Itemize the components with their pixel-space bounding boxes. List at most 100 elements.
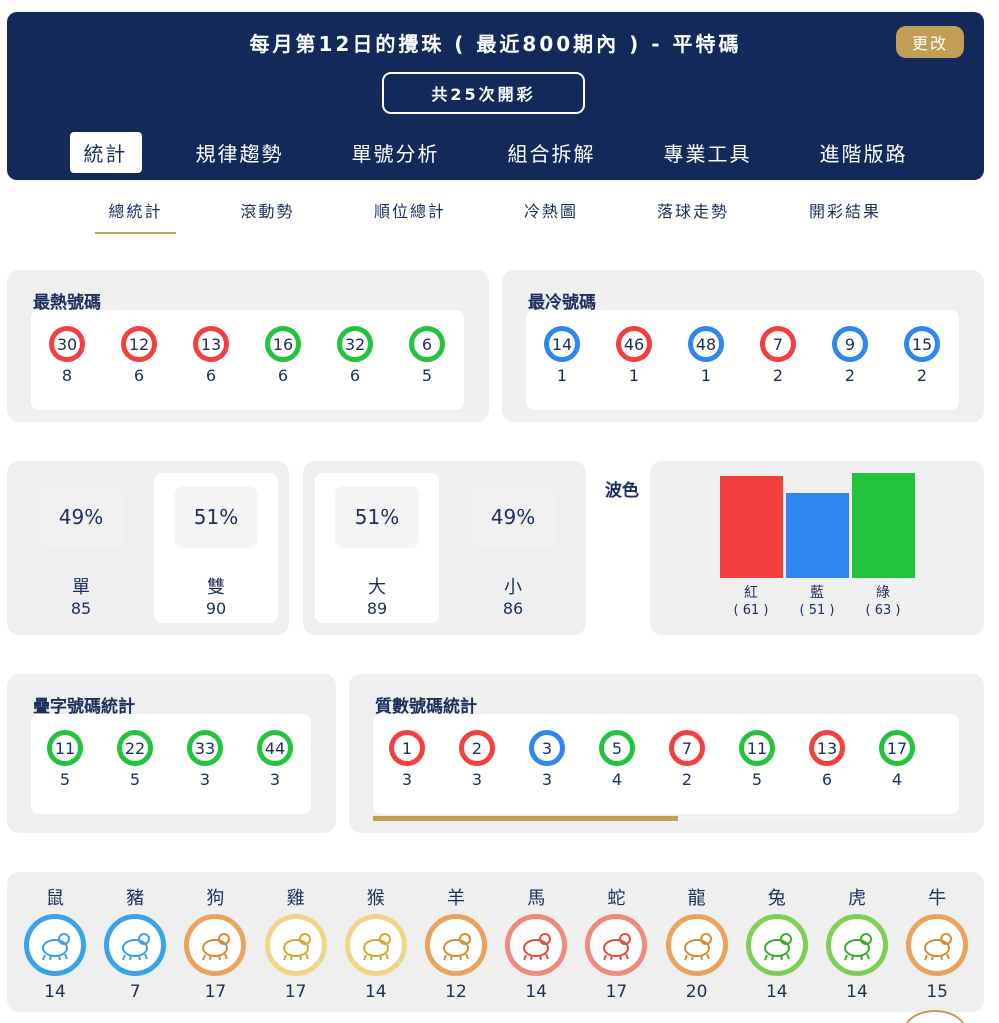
- sub-tabs: 總統計 滾動勢 順位總計 冷熱圖 落球走勢 開彩結果: [0, 198, 999, 234]
- subtab-draw-results[interactable]: 開彩結果: [800, 198, 890, 232]
- ox-icon: [906, 914, 969, 976]
- number-cell: 23: [447, 730, 507, 789]
- wave-bar-name: 藍: [810, 585, 824, 601]
- zodiac-name: 豬: [126, 888, 145, 909]
- number-ball[interactable]: 22: [117, 730, 153, 766]
- number-ball[interactable]: 16: [265, 326, 301, 362]
- wave-bar-count: ( 51 ): [799, 603, 835, 618]
- number-ball[interactable]: 48: [688, 326, 724, 362]
- number-ball[interactable]: 1: [389, 730, 425, 766]
- number-count: 2: [916, 366, 928, 385]
- zodiac-cell[interactable]: 豬7: [100, 884, 170, 1002]
- number-ball[interactable]: 32: [337, 326, 373, 362]
- zodiac-count: 15: [926, 982, 948, 1002]
- odd-value: 85: [70, 599, 92, 618]
- even-label: 雙: [207, 577, 225, 598]
- dog-icon: [184, 914, 247, 976]
- subtab-rolling[interactable]: 滾動勢: [230, 198, 305, 232]
- zodiac-name: 龍: [687, 888, 706, 909]
- number-ball[interactable]: 46: [616, 326, 652, 362]
- zodiac-name: 雞: [286, 888, 305, 909]
- tiger-icon: [826, 914, 888, 976]
- tab-pattern-trend[interactable]: 規律趨勢: [182, 132, 298, 173]
- number-ball[interactable]: 6: [409, 326, 445, 362]
- number-cell: 15 2: [892, 326, 952, 385]
- change-button[interactable]: 更改: [896, 26, 964, 58]
- zodiac-cell[interactable]: 蛇 17: [581, 884, 651, 1002]
- tab-pro-tools[interactable]: 專業工具: [650, 132, 766, 173]
- prime-scrollbar-thumb[interactable]: [373, 816, 678, 821]
- number-ball[interactable]: 9: [832, 326, 868, 362]
- zodiac-name: 馬: [527, 888, 546, 909]
- odd-card: 49% 單 85: [27, 473, 135, 623]
- draw-count-button[interactable]: 共25次開彩: [382, 72, 585, 114]
- zodiac-panel: 鼠 14 豬 7 狗 17 雞 17 猴 14 羊 12 馬 14 蛇 17 龍 20 兔 14 虎 14 牛 15: [7, 872, 984, 1012]
- number-cell: 33 3: [175, 730, 235, 789]
- number-count: 4: [611, 770, 623, 789]
- zodiac-cell[interactable]: 鼠 14: [20, 884, 90, 1002]
- zodiac-name: 虎: [848, 888, 866, 909]
- number-count: 6: [277, 366, 289, 385]
- wave-bar-label: 藍 ( 51 ): [787, 585, 847, 619]
- big-percent: 51%: [335, 486, 419, 548]
- number-ball[interactable]: 13: [193, 326, 229, 362]
- zodiac-cell[interactable]: 狗 17: [180, 884, 250, 1002]
- number-ball[interactable]: 5: [599, 730, 635, 766]
- number-ball[interactable]: 13: [809, 730, 845, 766]
- number-cell: 17 4: [867, 730, 927, 789]
- subtab-heatmap[interactable]: 冷熱圖: [515, 198, 587, 232]
- number-cell: 13 6: [181, 326, 241, 385]
- wave-bar-count: ( 61 ): [733, 603, 769, 618]
- zodiac-count: 20: [685, 982, 708, 1002]
- number-count: 5: [129, 770, 141, 789]
- number-ball[interactable]: 33: [187, 730, 223, 766]
- number-cell: 44 3: [245, 730, 305, 789]
- prime-list[interactable]: 1 3 2 3 3 3 5 4 7 2 11 5 13 6 17 4: [373, 714, 959, 814]
- zodiac-cell[interactable]: 龍 20: [662, 884, 732, 1002]
- number-ball[interactable]: 2: [459, 730, 495, 766]
- zodiac-name: 狗: [206, 888, 225, 909]
- number-cell: 33: [517, 730, 577, 789]
- tab-single-analysis[interactable]: 單號分析: [338, 132, 454, 173]
- number-ball[interactable]: 11: [739, 730, 775, 766]
- wave-bar-name: 綠: [876, 585, 890, 601]
- subtab-position-total[interactable]: 順位總計: [365, 198, 455, 232]
- number-ball[interactable]: 14: [544, 326, 580, 362]
- prime-panel: 質數號碼統計 1 3 2 3 3 3 5 4 7 2 11 5 13 6 17 4: [349, 674, 984, 833]
- zodiac-cell[interactable]: 羊 12: [421, 884, 491, 1002]
- subtab-total-stats[interactable]: 總統計: [95, 198, 176, 234]
- zodiac-cell[interactable]: 兔 14: [742, 884, 812, 1002]
- number-count: 1: [628, 366, 640, 385]
- number-ball[interactable]: 17: [879, 730, 915, 766]
- number-ball[interactable]: 30: [49, 326, 85, 362]
- number-ball[interactable]: 44: [257, 730, 293, 766]
- number-ball[interactable]: 12: [121, 326, 157, 362]
- coldest-list: 14 1 46 1 48 1 7 2 9 2 15 2: [526, 310, 959, 410]
- number-cell: 14 1: [532, 326, 592, 385]
- number-ball[interactable]: 3: [529, 730, 565, 766]
- zodiac-count: 17: [284, 982, 307, 1002]
- number-cell: 11 5: [727, 730, 787, 789]
- tab-statistics[interactable]: 統計: [69, 132, 142, 173]
- wave-bar-name: 紅: [744, 585, 758, 601]
- dragon-icon: [665, 914, 728, 976]
- zodiac-cell[interactable]: 虎 14: [822, 884, 892, 1002]
- number-ball[interactable]: 15: [904, 326, 940, 362]
- zodiac-count: 17: [204, 982, 227, 1002]
- tab-combination[interactable]: 組合拆解: [494, 132, 610, 173]
- number-ball[interactable]: 7: [760, 326, 796, 362]
- subtab-ball-trend[interactable]: 落球走勢: [648, 198, 738, 232]
- zodiac-cell[interactable]: 猴 14: [341, 884, 411, 1002]
- even-value: 90: [205, 599, 227, 618]
- zodiac-cell[interactable]: 牛 15: [902, 884, 972, 1002]
- number-count: 3: [401, 770, 413, 789]
- number-count: 2: [772, 366, 784, 385]
- prime-scrollbar-track[interactable]: [373, 816, 959, 821]
- number-ball[interactable]: 7: [669, 730, 705, 766]
- small-card: 49% 小 86: [459, 473, 567, 623]
- number-ball[interactable]: 11: [47, 730, 83, 766]
- tab-advanced-roads[interactable]: 進階版路: [806, 132, 922, 173]
- zodiac-cell[interactable]: 馬 14: [501, 884, 571, 1002]
- zodiac-name: 牛: [928, 888, 947, 909]
- zodiac-cell[interactable]: 雞 17: [261, 884, 331, 1002]
